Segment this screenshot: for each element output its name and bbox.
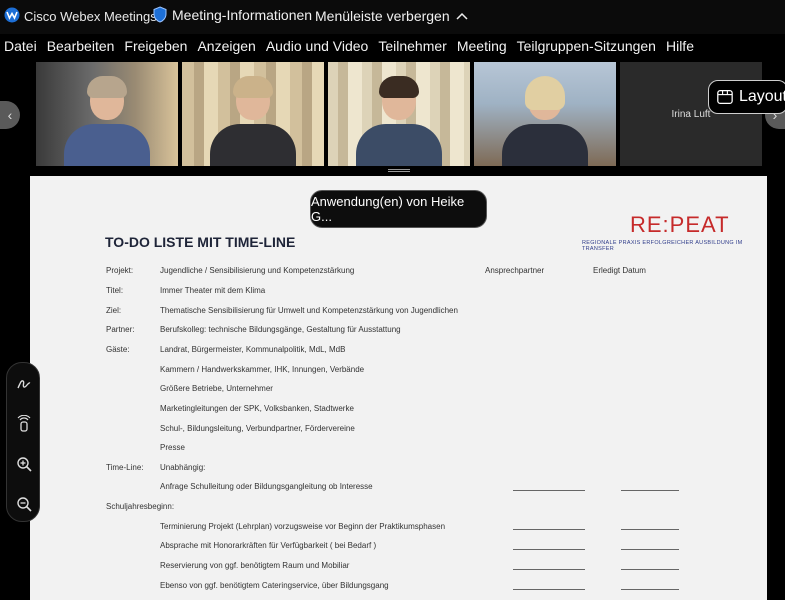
signature-line <box>621 529 679 530</box>
row-text: Unabhängig: <box>160 463 206 472</box>
annotate-icon[interactable] <box>15 375 33 393</box>
menu-audio-video[interactable]: Audio und Video <box>266 38 369 60</box>
row-text: Marketingleitungen der SPK, Volksbanken,… <box>160 404 354 413</box>
sharing-banner[interactable]: Anwendung(en) von Heike G... <box>310 190 487 228</box>
row-label: Titel: <box>106 286 124 295</box>
row-text: Kammern / Handwerkskammer, IHK, Innungen… <box>160 365 365 374</box>
row-text: Landrat, Bürgermeister, Kommunalpolitik,… <box>160 345 346 354</box>
row-label: Partner: <box>106 325 135 334</box>
participant-video <box>502 76 588 166</box>
chevron-left-icon: ‹ <box>7 107 13 123</box>
participant-video <box>356 76 442 166</box>
hide-menu-button[interactable]: Menüleiste verbergen <box>315 8 468 24</box>
row-text: Presse <box>160 443 185 452</box>
participant-video <box>64 76 150 166</box>
signature-line <box>513 589 585 590</box>
row-text: Schul-, Bildungsleitung, Verbundpartner,… <box>160 424 355 433</box>
menu-datei[interactable]: Datei <box>4 38 37 60</box>
video-tile-irina-luft[interactable]: Irina Luft <box>620 62 762 166</box>
row-text: Anfrage Schulleitung oder Bildungsgangle… <box>160 482 373 491</box>
row-label: Projekt: <box>106 266 134 275</box>
layout-label: Layout <box>738 88 785 105</box>
zoom-out-icon[interactable] <box>15 495 33 513</box>
row-text: Jugendliche / Sensibilisierung und Kompe… <box>160 266 355 275</box>
participant-video <box>210 76 296 166</box>
signature-line <box>621 589 679 590</box>
row-label: Gäste: <box>106 345 130 354</box>
row-text: Berufskolleg: technische Bildungsgänge, … <box>160 325 401 334</box>
row-label: Time-Line: <box>106 463 144 472</box>
title-bar: Cisco Webex Meetings Meeting-Information… <box>0 0 785 34</box>
hide-menu-label: Menüleiste verbergen <box>315 8 450 24</box>
signature-line <box>513 490 585 491</box>
signature-line <box>513 529 585 530</box>
video-tile-participant-2[interactable] <box>182 62 324 166</box>
signature-line <box>621 569 679 570</box>
signature-line <box>513 569 585 570</box>
signature-line <box>621 549 679 550</box>
resize-handle[interactable] <box>388 168 410 174</box>
video-tile-participant-1[interactable] <box>36 62 178 166</box>
annotation-toolbar <box>6 362 40 522</box>
meeting-info-label: Meeting-Informationen <box>172 6 313 23</box>
chevron-up-icon <box>456 12 468 20</box>
video-strip: Irina Luft <box>0 62 785 168</box>
row-text: Reservierung von ggf. benötigtem Raum un… <box>160 561 350 570</box>
app-title: Cisco Webex Meetings <box>24 9 157 24</box>
document-title: TO-DO LISTE MIT TIME-LINE <box>105 234 296 250</box>
signature-line <box>513 549 585 550</box>
column-header-contact: Ansprechpartner <box>485 266 545 275</box>
menu-meeting[interactable]: Meeting <box>457 38 507 60</box>
menu-anzeigen[interactable]: Anzeigen <box>197 38 255 60</box>
video-tile-participant-4[interactable] <box>474 62 616 166</box>
row-text: Absprache mit Honorarkräften für Verfügb… <box>160 541 377 550</box>
row-text: Terminierung Projekt (Lehrplan) vorzugsw… <box>160 522 446 531</box>
row-text: Ebenso von ggf. benötigtem Cateringservi… <box>160 581 389 590</box>
menu-hilfe[interactable]: Hilfe <box>666 38 694 60</box>
shared-document: TO-DO LISTE MIT TIME-LINE RE:PEAT REGION… <box>30 176 767 600</box>
repeat-logo-subtitle: REGIONALE PRAXIS ERFOLGREICHER AUSBILDUN… <box>582 240 743 252</box>
repeat-logo: RE:PEAT <box>630 212 730 237</box>
menu-freigeben[interactable]: Freigeben <box>124 38 187 60</box>
zoom-in-icon[interactable] <box>15 455 33 473</box>
meeting-info-button[interactable]: Meeting-Informationen <box>153 6 312 23</box>
layout-icon <box>717 89 733 105</box>
menu-teilnehmer[interactable]: Teilnehmer <box>378 38 446 60</box>
row-text: Immer Theater mit dem Klima <box>160 286 266 295</box>
row-text: Thematische Sensibilisierung für Umwelt … <box>160 306 458 315</box>
pointer-icon[interactable] <box>15 415 33 433</box>
signature-line <box>621 490 679 491</box>
row-label: Ziel: <box>106 306 122 315</box>
column-header-done-date: Erledigt Datum <box>593 266 646 275</box>
webex-logo-icon <box>4 7 20 23</box>
row-text: Größere Betriebe, Unternehmer <box>160 384 273 393</box>
menu-teilgruppen[interactable]: Teilgruppen-Sitzungen <box>517 38 656 60</box>
shield-icon <box>153 6 167 23</box>
menu-bearbeiten[interactable]: Bearbeiten <box>47 38 115 60</box>
row-label: Schuljahresbeginn: <box>106 502 175 511</box>
layout-button[interactable]: Layout <box>708 80 785 114</box>
video-tile-participant-3[interactable] <box>328 62 470 166</box>
menu-bar: Datei Bearbeiten Freigeben Anzeigen Audi… <box>0 38 704 60</box>
